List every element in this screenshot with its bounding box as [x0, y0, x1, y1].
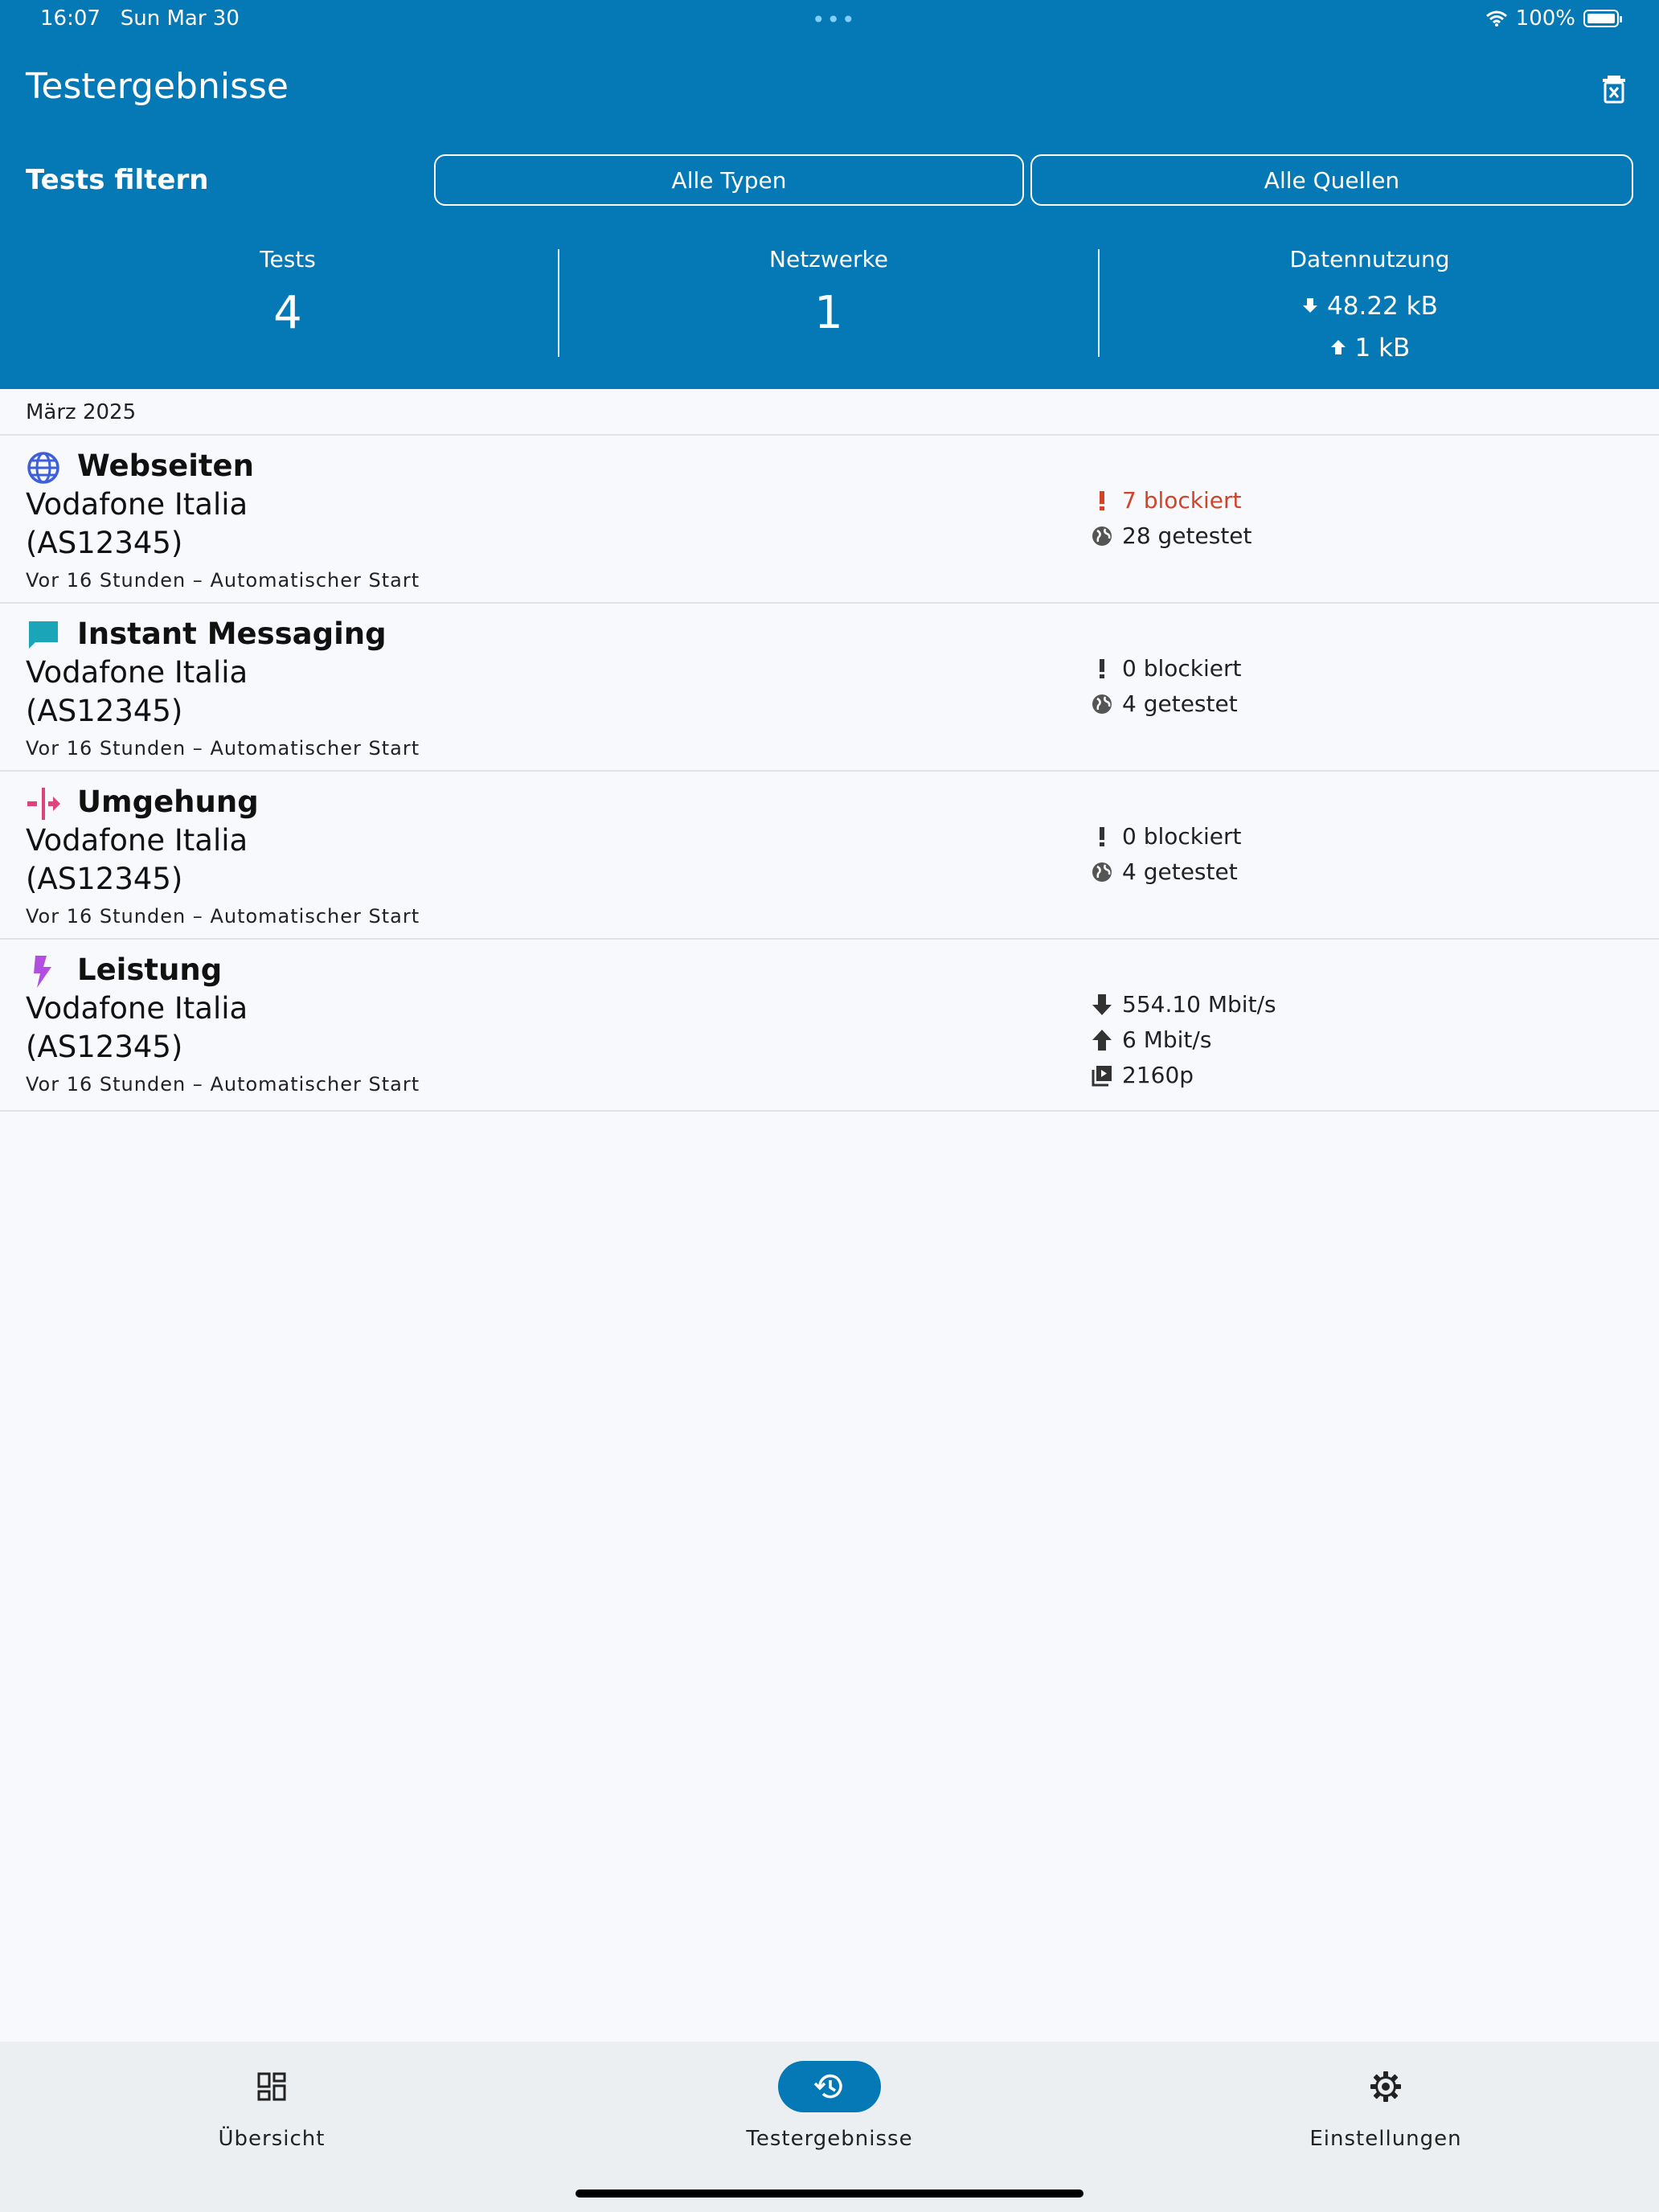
exclamation-icon	[1100, 826, 1104, 846]
result-tested: 4 getestet	[1090, 858, 1238, 885]
stat-divider	[558, 249, 559, 357]
result-meta: Vor 16 Stunden – Automatischer Start	[26, 1073, 420, 1096]
status-right: 100%	[1485, 6, 1622, 31]
usage-download: 48.22 kB	[1104, 285, 1635, 327]
delete-all-icon[interactable]	[1598, 72, 1630, 104]
exclamation-icon	[1100, 658, 1104, 678]
result-blocked: 0 blockiert	[1090, 655, 1242, 682]
result-meta: Vor 16 Stunden – Automatischer Start	[26, 737, 420, 760]
result-title: Umgehung	[77, 784, 259, 819]
history-icon	[813, 2074, 842, 2099]
stat-networks-value: 1	[814, 287, 843, 339]
nav-settings-label: Einstellungen	[1309, 2127, 1462, 2151]
download-arrow-icon	[1303, 298, 1318, 313]
status-time: 16:07 Sun Mar 30	[40, 6, 240, 31]
result-blocked: 7 blockiert	[1090, 487, 1242, 514]
gear-icon	[1370, 2071, 1401, 2102]
upload-arrow-icon	[1092, 1029, 1112, 1051]
usage-upload: 1 kB	[1104, 327, 1635, 369]
result-asn: (AS12345)	[26, 1030, 183, 1064]
globe-filled-icon	[1092, 526, 1112, 546]
nav-overview-label: Übersicht	[218, 2127, 326, 2151]
stat-networks-label: Netzwerke	[769, 246, 888, 272]
result-row-leistung[interactable]: Leistung Vodafone Italia (AS12345) Vor 1…	[0, 938, 1659, 1112]
globe-icon	[27, 452, 59, 484]
filter-label: Tests filtern	[26, 164, 209, 196]
month-header: März 2025	[26, 400, 137, 424]
nav-settings[interactable]: Einstellungen	[1225, 2061, 1546, 2151]
result-meta: Vor 16 Stunden – Automatischer Start	[26, 905, 420, 928]
battery-percent: 100%	[1515, 6, 1575, 31]
stat-tests-value: 4	[273, 287, 302, 339]
multitasking-dots[interactable]: •••	[812, 6, 857, 33]
home-indicator[interactable]	[576, 2189, 1083, 2198]
nav-results-label: Testergebnisse	[746, 2127, 913, 2151]
result-network: Vodafone Italia	[26, 823, 248, 858]
video-library-icon	[1092, 1065, 1112, 1086]
stat-usage-label: Datennutzung	[1289, 246, 1450, 272]
result-blocked: 0 blockiert	[1090, 823, 1242, 850]
filter-types-button[interactable]: Alle Typen	[434, 154, 1024, 206]
result-download: 554.10 Mbit/s	[1090, 991, 1276, 1018]
result-network: Vodafone Italia	[26, 487, 248, 522]
exclamation-icon	[1100, 490, 1104, 510]
nav-overview[interactable]: Übersicht	[111, 2061, 432, 2151]
globe-filled-icon	[1092, 694, 1112, 714]
result-network: Vodafone Italia	[26, 655, 248, 690]
bottom-nav: Übersicht Testergebnisse Einstellungen	[0, 2042, 1659, 2212]
result-title: Leistung	[77, 952, 223, 987]
stat-networks: Netzwerke 1	[563, 246, 1094, 339]
result-asn: (AS12345)	[26, 862, 183, 896]
circumvention-icon	[27, 788, 60, 820]
status-bar: 16:07 Sun Mar 30 ••• 100%	[0, 0, 1659, 37]
globe-filled-icon	[1092, 862, 1112, 882]
wifi-icon	[1485, 10, 1507, 27]
header: 16:07 Sun Mar 30 ••• 100% Testergebnisse…	[0, 0, 1659, 389]
download-arrow-icon	[1092, 993, 1112, 1015]
dashboard-icon	[257, 2072, 286, 2101]
result-tested: 4 getestet	[1090, 690, 1238, 717]
result-row-instant-messaging[interactable]: Instant Messaging Vodafone Italia (AS123…	[0, 602, 1659, 771]
nav-results[interactable]: Testergebnisse	[669, 2061, 990, 2151]
stat-usage: Datennutzung 48.22 kB 1 kB	[1104, 246, 1635, 369]
stat-divider	[1098, 249, 1100, 357]
chat-icon	[29, 621, 58, 649]
result-meta: Vor 16 Stunden – Automatischer Start	[26, 569, 420, 592]
result-row-webseiten[interactable]: Webseiten Vodafone Italia (AS12345) Vor …	[0, 434, 1659, 603]
bolt-icon	[34, 956, 51, 988]
result-upload: 6 Mbit/s	[1090, 1026, 1211, 1053]
stat-tests: Tests 4	[23, 246, 553, 339]
battery-icon	[1583, 10, 1622, 27]
page-title: Testergebnisse	[26, 66, 289, 107]
filter-sources-button[interactable]: Alle Quellen	[1030, 154, 1633, 206]
result-asn: (AS12345)	[26, 694, 183, 728]
result-tested: 28 getestet	[1090, 522, 1252, 549]
upload-arrow-icon	[1330, 340, 1346, 354]
result-title: Webseiten	[77, 449, 254, 483]
result-video: 2160p	[1090, 1062, 1194, 1088]
result-title: Instant Messaging	[77, 616, 387, 651]
result-row-umgehung[interactable]: Umgehung Vodafone Italia (AS12345) Vor 1…	[0, 770, 1659, 939]
stat-tests-label: Tests	[260, 246, 316, 272]
result-asn: (AS12345)	[26, 526, 183, 560]
result-network: Vodafone Italia	[26, 991, 248, 1026]
